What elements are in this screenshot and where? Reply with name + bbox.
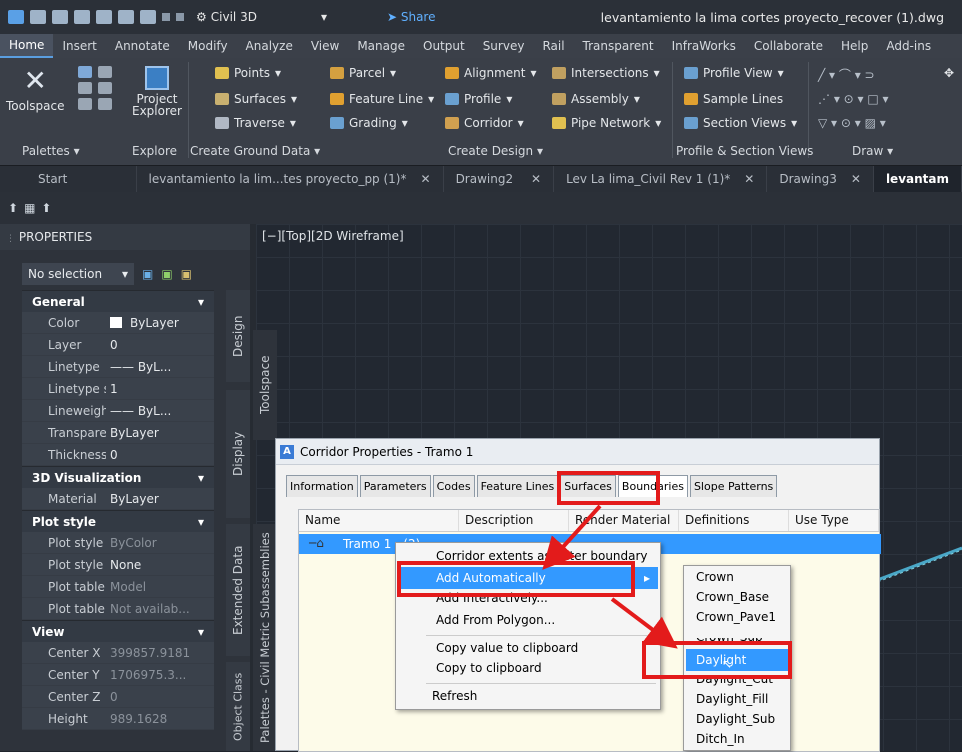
annotation-arrows [542, 504, 678, 649]
arrow-to-add-automatically [542, 504, 602, 570]
arrow-to-daylight [610, 597, 678, 649]
